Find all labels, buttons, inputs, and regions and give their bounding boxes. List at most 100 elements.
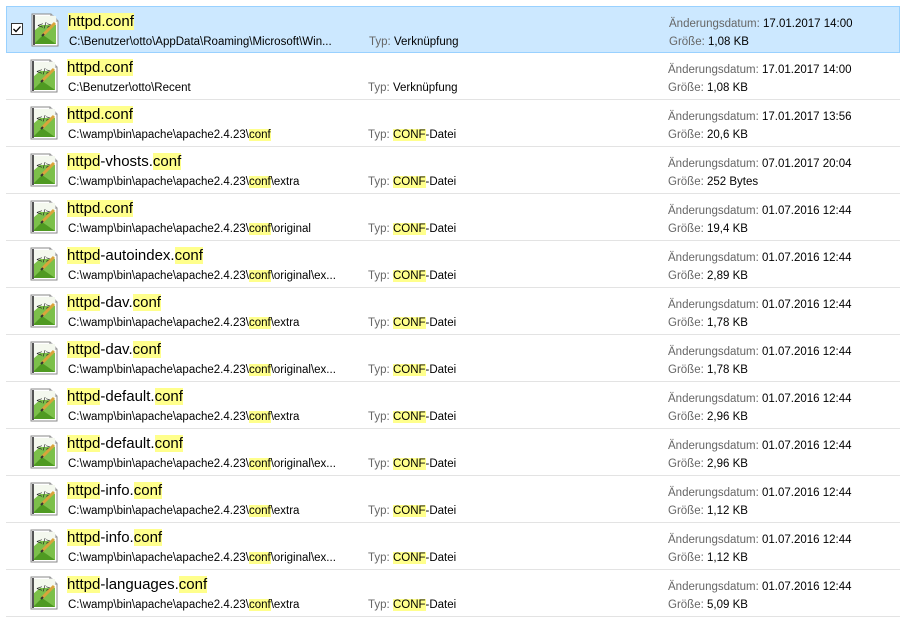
search-match-highlight: httpd (67, 482, 101, 499)
file-name[interactable]: httpd-vhosts.conf (67, 153, 182, 171)
search-match-highlight: CONF (392, 223, 426, 235)
type-label: Typ: (368, 82, 393, 94)
file-size: Größe: 2,96 KB (668, 457, 748, 471)
file-size: Größe: 1,12 KB (668, 504, 748, 518)
result-row[interactable]: </> httpd-dav.conf C:\wamp\bin\apache\apac… (6, 335, 900, 382)
text-segment: \extra (270, 599, 300, 611)
size-label: Größe: (668, 458, 704, 470)
search-match-highlight: conf (248, 599, 271, 611)
result-row[interactable]: </> httpd.conf C:\Benutzer\otto\AppData\Ro… (6, 6, 900, 53)
size-label: Größe: (668, 599, 704, 611)
text-segment: -dav. (100, 341, 133, 358)
file-name[interactable]: httpd.conf (67, 200, 133, 218)
size-label: Größe: (668, 176, 704, 188)
file-name[interactable]: httpd.conf (68, 13, 134, 31)
date-value: 01.07.2016 12:44 (762, 252, 852, 264)
row-checkbox[interactable] (11, 23, 23, 35)
notepad-plus-plus-file-icon: </> (30, 341, 58, 375)
result-row[interactable]: </> httpd-languages.conf C:\wamp\bin\apach… (6, 570, 900, 617)
file-size: Größe: 1,78 KB (668, 363, 748, 377)
file-path: C:\wamp\bin\apache\apache2.4.23\conf\ori… (68, 551, 358, 565)
result-row[interactable]: </> httpd-default.conf C:\wamp\bin\apache\… (6, 382, 900, 429)
file-name[interactable]: httpd-dav.conf (67, 341, 161, 359)
file-path: C:\wamp\bin\apache\apache2.4.23\conf\ext… (68, 410, 358, 424)
file-name[interactable]: httpd.conf (67, 59, 133, 77)
search-match-highlight: httpd (67, 576, 101, 593)
type-label: Typ: (368, 270, 393, 282)
modified-date: Änderungsdatum: 17.01.2017 14:00 (669, 17, 853, 31)
result-row[interactable]: </> httpd-default.conf C:\wamp\bin\apache\… (6, 429, 900, 476)
result-row[interactable]: </> httpd-dav.conf C:\wamp\bin\apache\apac… (6, 288, 900, 335)
text-segment: C:\Benutzer\otto\Recent (68, 82, 191, 94)
file-path: C:\wamp\bin\apache\apache2.4.23\conf\ext… (68, 598, 358, 612)
size-value: 2,96 KB (707, 458, 748, 470)
file-type: Typ: CONF-Datei (368, 316, 456, 330)
result-row[interactable]: </> httpd.conf C:\Benutzer\otto\Recent Typ:… (6, 53, 900, 100)
text-segment: Verknüpfung (392, 82, 458, 94)
size-value: 5,09 KB (707, 599, 748, 611)
search-results-list: </> httpd.conf C:\Benutzer\otto\AppData\Ro… (0, 0, 902, 629)
search-match-highlight: conf (248, 129, 271, 141)
file-type: Typ: Verknüpfung (369, 35, 459, 49)
file-type: Typ: CONF-Datei (368, 504, 456, 518)
search-match-highlight: CONF (392, 411, 426, 423)
file-name[interactable]: httpd-autoindex.conf (67, 247, 203, 265)
file-name[interactable]: httpd.conf (67, 106, 133, 124)
file-name[interactable]: httpd-info.conf (67, 482, 163, 500)
search-match-highlight: conf (248, 270, 271, 282)
file-path: C:\Benutzer\otto\Recent (68, 81, 358, 95)
file-name[interactable]: httpd-default.conf (67, 435, 183, 453)
date-label: Änderungsdatum: (668, 393, 759, 405)
notepad-plus-plus-file-icon: </> (30, 59, 58, 93)
search-match-highlight: CONF (392, 270, 426, 282)
modified-date: Änderungsdatum: 01.07.2016 12:44 (668, 251, 852, 265)
date-value: 01.07.2016 12:44 (762, 346, 852, 358)
file-name[interactable]: httpd-info.conf (67, 529, 163, 547)
date-value: 17.01.2017 14:00 (763, 18, 853, 30)
notepad-plus-plus-file-icon: </> (30, 529, 58, 563)
search-match-highlight: conf (174, 247, 203, 264)
file-name[interactable]: httpd-languages.conf (67, 576, 208, 594)
file-size: Größe: 19,4 KB (668, 222, 748, 236)
modified-date: Änderungsdatum: 07.01.2017 20:04 (668, 157, 852, 171)
search-match-highlight: httpd (67, 529, 101, 546)
file-type: Typ: CONF-Datei (368, 457, 456, 471)
file-path: C:\wamp\bin\apache\apache2.4.23\conf\ori… (68, 363, 358, 377)
text-segment: C:\wamp\bin\apache\apache2.4.23\ (68, 129, 249, 141)
search-match-highlight: conf (248, 505, 271, 517)
search-match-highlight: conf (154, 388, 183, 405)
search-match-highlight: httpd (67, 247, 101, 264)
modified-date: Änderungsdatum: 17.01.2017 14:00 (668, 63, 852, 77)
file-type: Typ: CONF-Datei (368, 598, 456, 612)
notepad-plus-plus-file-icon: </> (30, 576, 58, 610)
result-row[interactable]: </> httpd.conf C:\wamp\bin\apache\apache2.… (6, 100, 900, 147)
file-name[interactable]: httpd-default.conf (67, 388, 183, 406)
size-label: Größe: (668, 270, 704, 282)
text-segment: -Datei (425, 176, 457, 188)
search-match-highlight: CONF (392, 317, 426, 329)
text-segment: C:\wamp\bin\apache\apache2.4.23\ (68, 552, 249, 564)
file-name[interactable]: httpd-dav.conf (67, 294, 161, 312)
search-match-highlight: conf (248, 458, 271, 470)
result-row[interactable]: </> httpd.conf C:\wamp\bin\apache\apache2.… (6, 194, 900, 241)
search-match-highlight: CONF (392, 129, 426, 141)
notepad-plus-plus-file-icon: </> (30, 153, 58, 187)
search-match-highlight: httpd (67, 435, 101, 452)
text-segment: \extra (270, 176, 300, 188)
text-segment: -languages. (100, 576, 179, 593)
result-row[interactable]: </> httpd-info.conf C:\wamp\bin\apache\apa… (6, 476, 900, 523)
text-segment: -Datei (425, 411, 457, 423)
text-segment: -info. (100, 529, 134, 546)
text-segment: C:\Benutzer\otto\AppData\Roaming\Microso… (69, 36, 332, 48)
result-row[interactable]: </> httpd-vhosts.conf C:\wamp\bin\apache\a… (6, 147, 900, 194)
modified-date: Änderungsdatum: 01.07.2016 12:44 (668, 580, 852, 594)
modified-date: Änderungsdatum: 01.07.2016 12:44 (668, 345, 852, 359)
modified-date: Änderungsdatum: 01.07.2016 12:44 (668, 439, 852, 453)
result-row[interactable]: </> httpd-info.conf C:\wamp\bin\apache\apa… (6, 523, 900, 570)
search-match-highlight: conf (133, 529, 163, 546)
search-match-highlight: conf (248, 176, 271, 188)
search-match-highlight: conf (133, 482, 163, 499)
size-value: 20,6 KB (707, 129, 748, 141)
search-match-highlight: httpd.conf (68, 13, 134, 30)
result-row[interactable]: </> httpd-autoindex.conf C:\wamp\bin\apach… (6, 241, 900, 288)
